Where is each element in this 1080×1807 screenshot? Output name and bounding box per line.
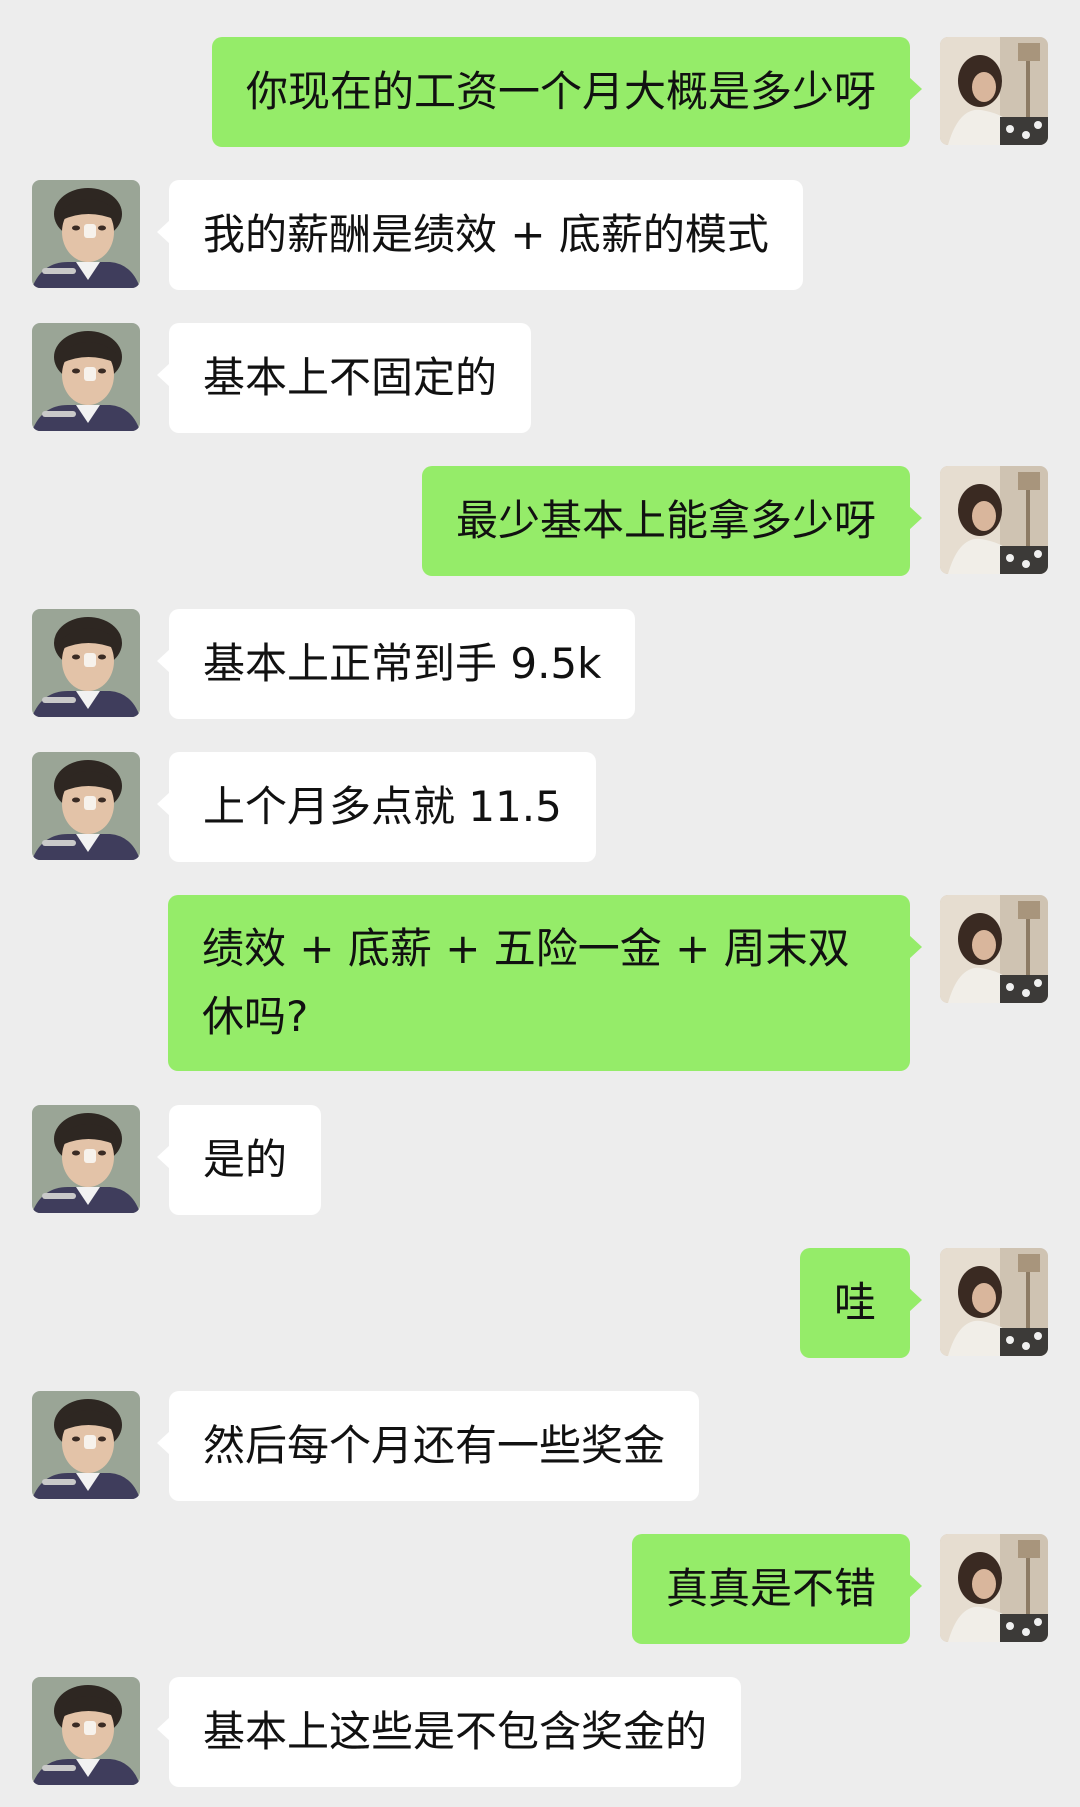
self-avatar[interactable] <box>940 1534 1048 1642</box>
self-avatar-image <box>940 1248 1048 1356</box>
contact-avatar[interactable] <box>32 180 140 288</box>
contact-avatar[interactable] <box>32 752 140 860</box>
message-bubble[interactable]: 然后每个月还有一些奖金 <box>156 1391 700 1501</box>
message-bubble[interactable]: 基本上不固定的 <box>156 323 532 433</box>
contact-avatar[interactable] <box>32 323 140 431</box>
self-avatar-image <box>940 895 1048 1003</box>
message-bubble[interactable]: 基本上正常到手 9.5k <box>156 609 636 719</box>
self-avatar[interactable] <box>940 37 1048 145</box>
self-avatar-image <box>940 466 1048 574</box>
self-avatar[interactable] <box>940 895 1048 1003</box>
contact-avatar[interactable] <box>32 1391 140 1499</box>
self-avatar-image <box>940 37 1048 145</box>
contact-avatar[interactable] <box>32 1677 140 1785</box>
contact-avatar-image <box>32 323 140 431</box>
contact-avatar-image <box>32 180 140 288</box>
self-avatar-image <box>940 1534 1048 1642</box>
message-bubble[interactable]: 我的薪酬是绩效 + 底薪的模式 <box>157 180 803 290</box>
contact-avatar-image <box>32 752 140 860</box>
self-avatar[interactable] <box>940 466 1048 574</box>
message-bubble[interactable]: 哇 <box>799 1248 923 1358</box>
contact-avatar-image <box>32 1391 140 1499</box>
contact-avatar[interactable] <box>32 609 140 717</box>
message-bubble[interactable]: 基本上这些是不包含奖金的 <box>156 1677 742 1787</box>
self-avatar[interactable] <box>940 1248 1048 1356</box>
contact-avatar[interactable] <box>32 1105 140 1213</box>
message-bubble[interactable]: 最少基本上能拿多少呀 <box>421 466 923 576</box>
message-bubble[interactable]: 真真是不错 <box>631 1534 923 1644</box>
chat-area: 你现在的工资一个月大概是多少呀 我的薪酬是绩效 + 底薪的模式 基本上不固定的 … <box>0 0 1080 1807</box>
contact-avatar-image <box>32 609 140 717</box>
contact-avatar-image <box>32 1677 140 1785</box>
contact-avatar-image <box>32 1105 140 1213</box>
message-bubble[interactable]: 上个月多点就 11.5 <box>157 752 596 862</box>
message-bubble[interactable]: 你现在的工资一个月大概是多少呀 <box>211 37 923 147</box>
message-bubble[interactable]: 绩效 + 底薪 + 五险一金 + 周末双休吗? <box>168 895 922 1071</box>
message-bubble[interactable]: 是的 <box>156 1105 322 1215</box>
